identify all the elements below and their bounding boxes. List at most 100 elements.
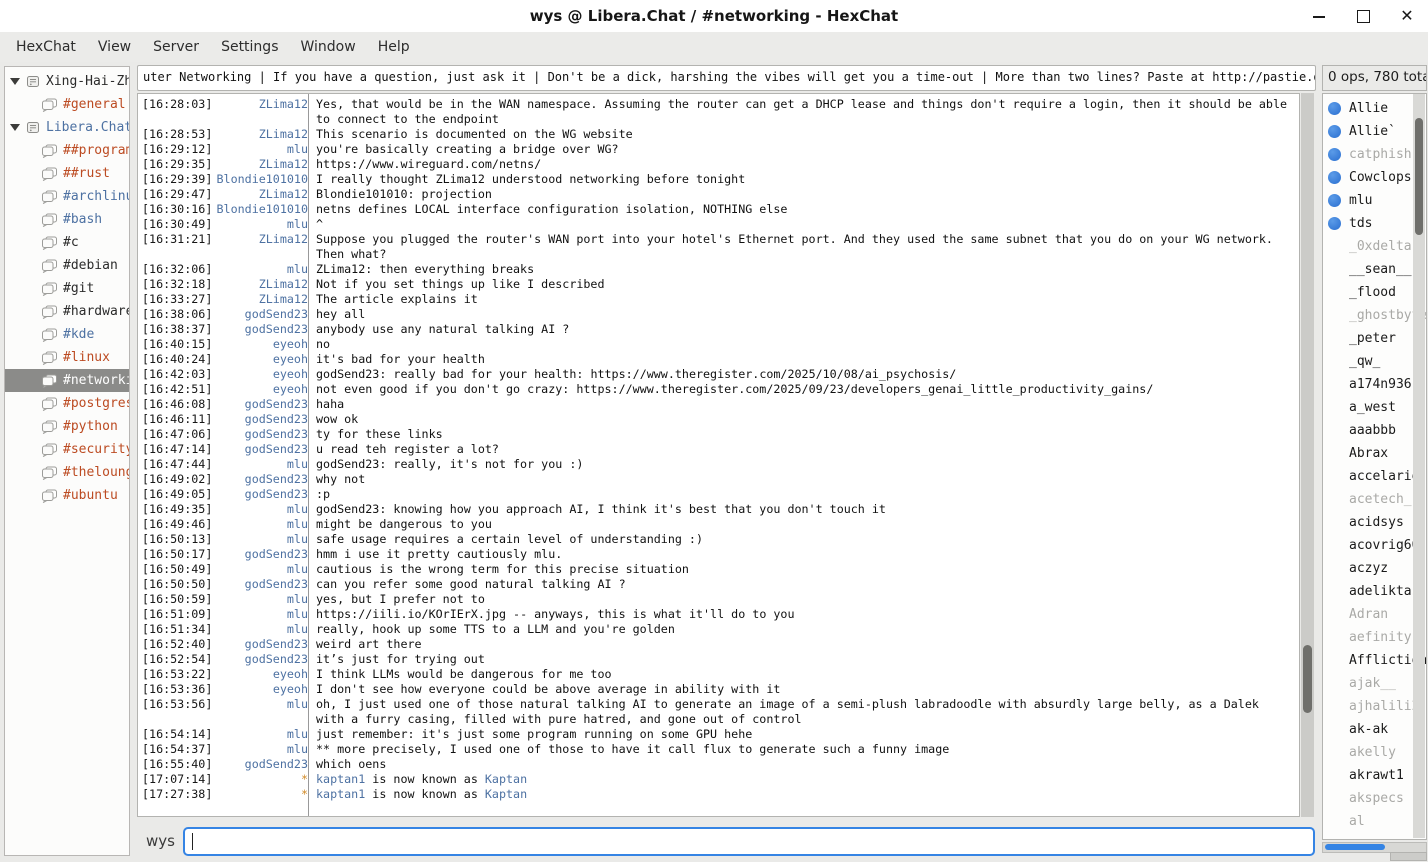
tree-channel-archlinux[interactable]: #archlinux bbox=[5, 185, 129, 208]
user-list-item[interactable]: akelly bbox=[1323, 741, 1426, 764]
user-list-item[interactable]: Cowclops` bbox=[1323, 166, 1426, 189]
user-list-item[interactable]: acidsys bbox=[1323, 511, 1426, 534]
channel-icon bbox=[41, 489, 58, 503]
user-list-item[interactable]: Allie` bbox=[1323, 120, 1426, 143]
tree-channel-general[interactable]: #general bbox=[5, 93, 129, 116]
tree-channel-postgresql[interactable]: #postgresql bbox=[5, 392, 129, 415]
user-nick: adeliktas bbox=[1349, 584, 1419, 599]
user-list-item[interactable]: acovrig60 bbox=[1323, 534, 1426, 557]
timestamp: [16:40:24] bbox=[142, 352, 214, 367]
tree-channel-rust[interactable]: ##rust bbox=[5, 162, 129, 185]
user-list-item[interactable]: aefinity bbox=[1323, 626, 1426, 649]
user-list-item[interactable]: acetech_ bbox=[1323, 488, 1426, 511]
menu-settings[interactable]: Settings bbox=[210, 35, 289, 59]
tree-channel-python[interactable]: #python bbox=[5, 415, 129, 438]
tree-channel-c[interactable]: #c bbox=[5, 231, 129, 254]
user-list-item[interactable]: akrawt1 bbox=[1323, 764, 1426, 787]
user-nick: akrawt1 bbox=[1349, 768, 1404, 783]
user-list-item[interactable]: a_west bbox=[1323, 396, 1426, 419]
tree-channel-thelounge[interactable]: #thelounge bbox=[5, 461, 129, 484]
user-list-item[interactable]: Adran bbox=[1323, 603, 1426, 626]
message-text: haha bbox=[308, 397, 344, 412]
user-nick: al bbox=[1349, 814, 1365, 829]
nick: mlu bbox=[214, 217, 308, 232]
user-list-item[interactable]: Affliction bbox=[1323, 649, 1426, 672]
collapse-arrow-icon[interactable] bbox=[10, 78, 20, 85]
tree-channel-networking[interactable]: #networking bbox=[5, 369, 129, 392]
user-list-item[interactable]: _peter bbox=[1323, 327, 1426, 350]
user-list-item[interactable]: aczyz bbox=[1323, 557, 1426, 580]
chat-scrollbar[interactable] bbox=[1301, 93, 1314, 817]
tree-channel-programming[interactable]: ##programming bbox=[5, 139, 129, 162]
message-text: :p bbox=[308, 487, 330, 502]
user-list-item[interactable]: adeliktas bbox=[1323, 580, 1426, 603]
user-list-item[interactable]: ajak__ bbox=[1323, 672, 1426, 695]
message-link[interactable]: https://www.wireguard.com/netns/ bbox=[316, 157, 541, 171]
userlist-hscrollbar-thumb[interactable] bbox=[1325, 844, 1385, 850]
collapse-arrow-icon[interactable] bbox=[10, 124, 20, 131]
tree-channel-git[interactable]: #git bbox=[5, 277, 129, 300]
minimize-button[interactable] bbox=[1312, 9, 1326, 23]
chat-scrollbar-thumb[interactable] bbox=[1303, 645, 1312, 713]
chat-line: [16:54:14]mlujust remember: it's just so… bbox=[138, 727, 1299, 742]
user-list-item[interactable]: catphish bbox=[1323, 143, 1426, 166]
user-list-item[interactable]: _flood bbox=[1323, 281, 1426, 304]
tree-network-row[interactable]: Xing-Hai-Zhang bbox=[5, 70, 129, 93]
menu-hexchat[interactable]: HexChat bbox=[5, 35, 87, 59]
menu-help[interactable]: Help bbox=[367, 35, 421, 59]
chat-line: [16:33:27]ZLima12The article explains it bbox=[138, 292, 1299, 307]
chat-line: [16:49:46]mlumight be dangerous to you bbox=[138, 517, 1299, 532]
network-name: Xing-Hai-Zhang bbox=[46, 74, 129, 89]
message-link[interactable]: https://www.theregister.com/2025/09/23/d… bbox=[576, 382, 1153, 396]
tree-channel-hardware[interactable]: #hardware bbox=[5, 300, 129, 323]
menu-window[interactable]: Window bbox=[289, 35, 366, 59]
user-list-item[interactable]: _0xdelta bbox=[1323, 235, 1426, 258]
user-list: AllieAllie`catphishCowclops`mlutds_0xdel… bbox=[1322, 93, 1427, 840]
user-nick: acidsys bbox=[1349, 515, 1404, 530]
channel-icon bbox=[41, 443, 58, 457]
timestamp: [16:51:34] bbox=[142, 622, 214, 637]
user-list-item[interactable]: _ghostbyte bbox=[1323, 304, 1426, 327]
user-nick: aaabbb bbox=[1349, 423, 1396, 438]
user-list-item[interactable]: __sean__ bbox=[1323, 258, 1426, 281]
user-list-item[interactable]: Abrax bbox=[1323, 442, 1426, 465]
message-link[interactable]: https://iili.io/KOrIErX.jpg bbox=[316, 607, 506, 621]
menu-view[interactable]: View bbox=[87, 35, 142, 59]
message-text: https://www.wireguard.com/netns/ bbox=[308, 157, 541, 172]
channel-icon bbox=[41, 144, 58, 158]
user-list-item[interactable]: aaabbb bbox=[1323, 419, 1426, 442]
tree-channel-kde[interactable]: #kde bbox=[5, 323, 129, 346]
tree-channel-linux[interactable]: #linux bbox=[5, 346, 129, 369]
tree-channel-bash[interactable]: #bash bbox=[5, 208, 129, 231]
close-button[interactable]: ✕ bbox=[1400, 9, 1414, 23]
tree-network-row[interactable]: Libera.Chat bbox=[5, 116, 129, 139]
timestamp: [16:29:35] bbox=[142, 157, 214, 172]
user-list-item[interactable]: a174n936 bbox=[1323, 373, 1426, 396]
user-nick: akspecs bbox=[1349, 791, 1404, 806]
nick: mlu bbox=[214, 622, 308, 637]
chat-line: [16:53:36]eyeohI don't see how everyone … bbox=[138, 682, 1299, 697]
user-list-item[interactable]: al bbox=[1323, 810, 1426, 833]
user-list-item[interactable]: tds bbox=[1323, 212, 1426, 235]
channel-icon bbox=[41, 420, 58, 434]
user-list-item[interactable]: _qw_ bbox=[1323, 350, 1426, 373]
maximize-button[interactable] bbox=[1356, 9, 1370, 23]
menu-server[interactable]: Server bbox=[142, 35, 210, 59]
message-input[interactable] bbox=[183, 827, 1315, 856]
user-nick: ak-ak bbox=[1349, 722, 1388, 737]
tree-channel-debian[interactable]: #debian bbox=[5, 254, 129, 277]
user-list-item[interactable]: Allie bbox=[1323, 97, 1426, 120]
userlist-vscrollbar-thumb[interactable] bbox=[1415, 118, 1423, 235]
user-list-item[interactable]: ajhalili2 bbox=[1323, 695, 1426, 718]
user-list-item[interactable]: akspecs bbox=[1323, 787, 1426, 810]
resize-grip[interactable] bbox=[1390, 852, 1427, 861]
message-segment: kaptan1 bbox=[316, 787, 365, 801]
tree-channel-security[interactable]: #security bbox=[5, 438, 129, 461]
message-link[interactable]: https://www.theregister.com/2025/10/08/a… bbox=[590, 367, 956, 381]
user-list-item[interactable]: mlu bbox=[1323, 189, 1426, 212]
user-list-item[interactable]: accelario bbox=[1323, 465, 1426, 488]
topic-bar[interactable]: uter Networking | If you have a question… bbox=[137, 65, 1316, 91]
tree-channel-ubuntu[interactable]: #ubuntu bbox=[5, 484, 129, 507]
timestamp: [16:50:49] bbox=[142, 562, 214, 577]
user-list-item[interactable]: ak-ak bbox=[1323, 718, 1426, 741]
